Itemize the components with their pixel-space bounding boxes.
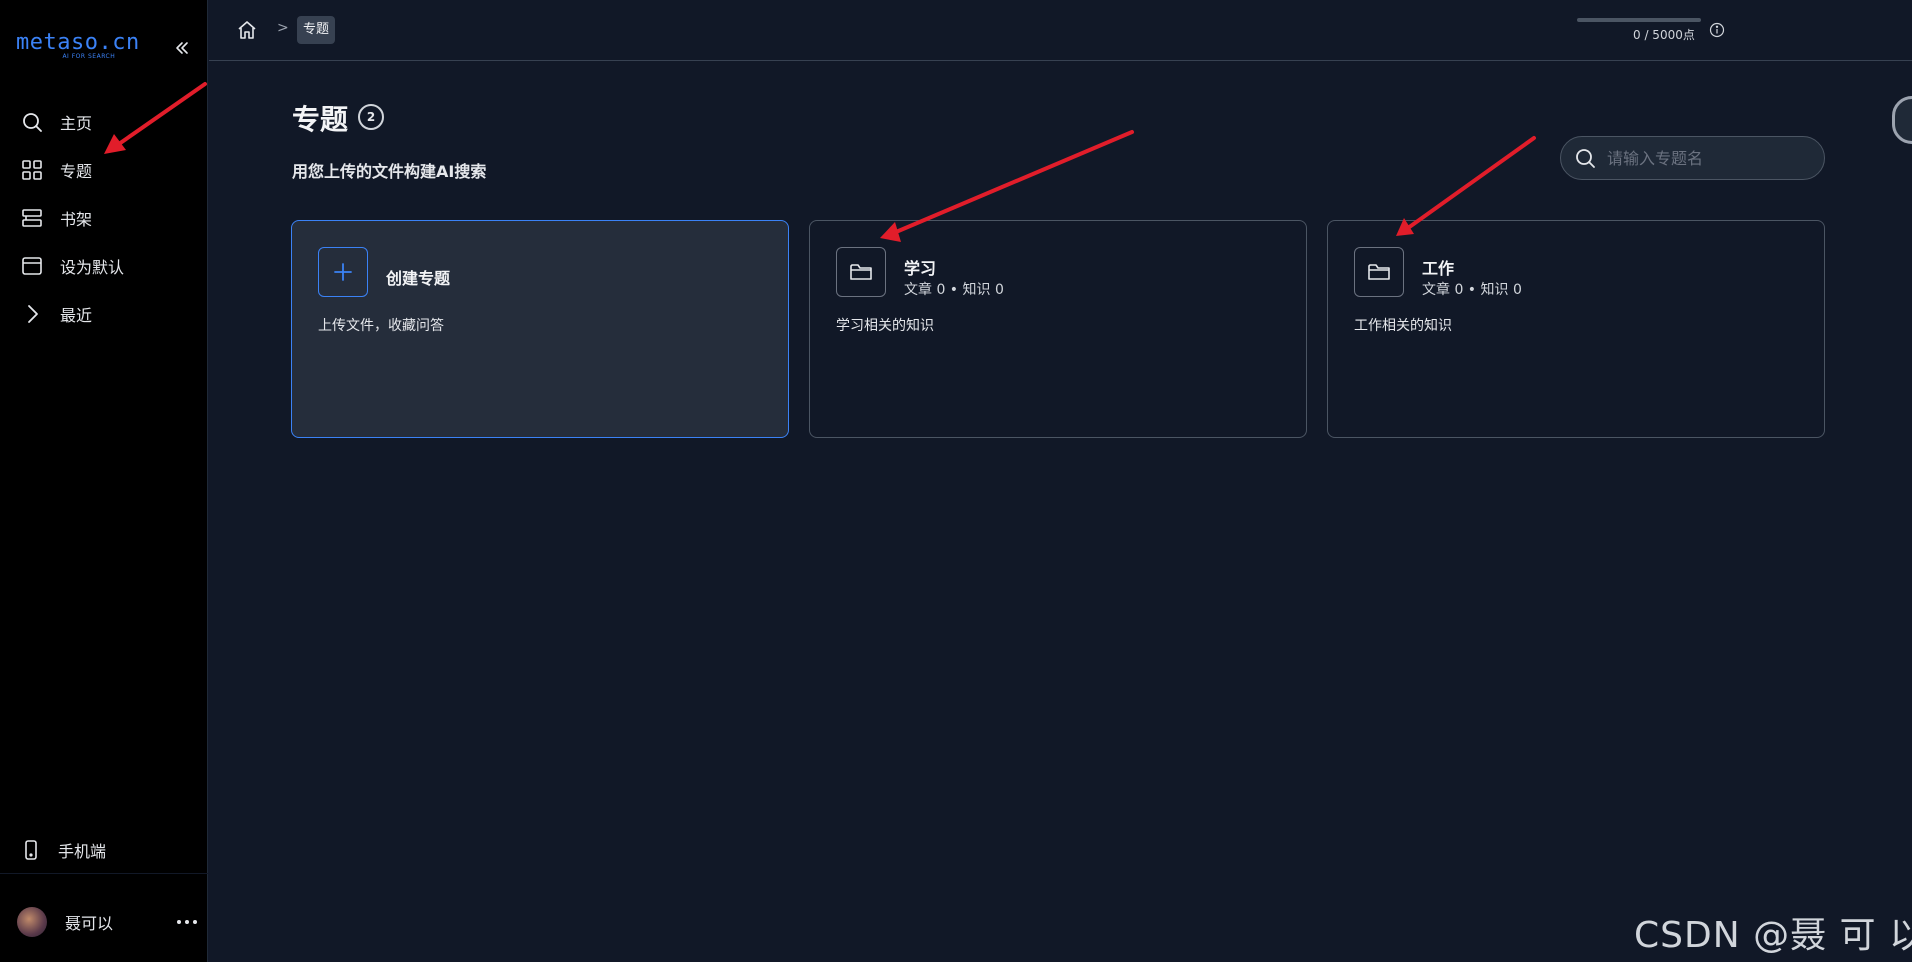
floating-assistant-widget[interactable] [1892,96,1912,144]
sidebar-item-label: 书架 [60,210,93,229]
page-title: 专题 [292,103,349,136]
sidebar-item-home[interactable]: 主页 [0,98,208,146]
mobile-app-link[interactable]: 手机端 [0,826,208,874]
sidebar-item-label: 设为默认 [60,258,125,277]
search-icon [1573,146,1597,170]
topic-name: 学习 [904,259,937,278]
annotation-arrow-3 [1406,136,1536,230]
folder-icon [1354,247,1404,297]
topic-count-badge: 2 [358,104,384,130]
more-options-button[interactable] [172,912,202,932]
topic-search-box[interactable] [1560,136,1825,180]
usage-quota: 0 / 5000点 [1577,18,1737,48]
home-icon [238,21,256,39]
avatar[interactable] [17,907,47,937]
create-topic-desc: 上传文件，收藏问答 [318,318,444,334]
phone-icon [20,839,42,861]
double-chevron-left-icon [176,42,188,54]
sidebar-item-label: 最近 [60,306,93,325]
topic-meta: 文章 0 • 知识 0 [904,282,1004,298]
user-name: 聂可以 [65,914,114,933]
topic-search-input[interactable] [1607,148,1807,168]
quota-text: 0 / 5000点 [1633,28,1695,42]
sidebar-item-bookshelf[interactable]: 书架 [0,194,208,242]
more-horizontal-icon [177,920,197,924]
sidebar-item-recent[interactable]: 最近 [0,290,208,338]
page-subtitle: 用您上传的文件构建AI搜索 [292,162,487,181]
info-icon[interactable] [1709,22,1725,38]
breadcrumb-home-button[interactable] [235,18,259,42]
logo[interactable]: metaso.cn AI FOR SEARCH [16,30,140,60]
sidebar-item-label: 主页 [60,114,93,133]
quota-progress-bar [1577,18,1701,22]
topic-name: 工作 [1422,259,1455,278]
browser-window-icon [20,254,44,278]
bookshelf-icon [20,206,44,230]
topic-meta: 文章 0 • 知识 0 [1422,282,1522,298]
breadcrumb-current[interactable]: 专题 [297,16,336,44]
topic-card-study[interactable]: 学习 文章 0 • 知识 0 学习相关的知识 [809,220,1307,438]
breadcrumb-separator: > [277,20,289,36]
watermark: CSDN @聂 可 以 [1634,915,1912,956]
sidebar-nav: 主页 专题 书架 设为默认 最近 [0,98,208,338]
collapse-sidebar-button[interactable] [170,36,194,60]
user-profile[interactable]: 聂可以 [0,900,208,944]
annotation-arrow-2 [894,130,1134,234]
search-icon [20,110,44,134]
topic-card-work[interactable]: 工作 文章 0 • 知识 0 工作相关的知识 [1327,220,1825,438]
mobile-app-label: 手机端 [58,841,107,861]
sidebar-item-topics[interactable]: 专题 [0,146,208,194]
create-topic-title: 创建专题 [386,269,451,288]
sidebar-item-set-default[interactable]: 设为默认 [0,242,208,290]
logo-text: metaso.cn [16,30,140,55]
sidebar-item-label: 专题 [60,162,93,181]
sidebar: metaso.cn AI FOR SEARCH 主页 专题 书架 设为默认 最近… [0,0,208,962]
topic-desc: 学习相关的知识 [836,318,934,334]
chevron-right-icon [20,302,44,326]
topic-desc: 工作相关的知识 [1354,318,1452,334]
folder-icon [836,247,886,297]
plus-icon [318,247,368,297]
create-topic-card[interactable]: 创建专题 上传文件，收藏问答 [291,220,789,438]
grid-icon [20,158,44,182]
top-bar: > 专题 0 / 5000点 [209,0,1912,61]
